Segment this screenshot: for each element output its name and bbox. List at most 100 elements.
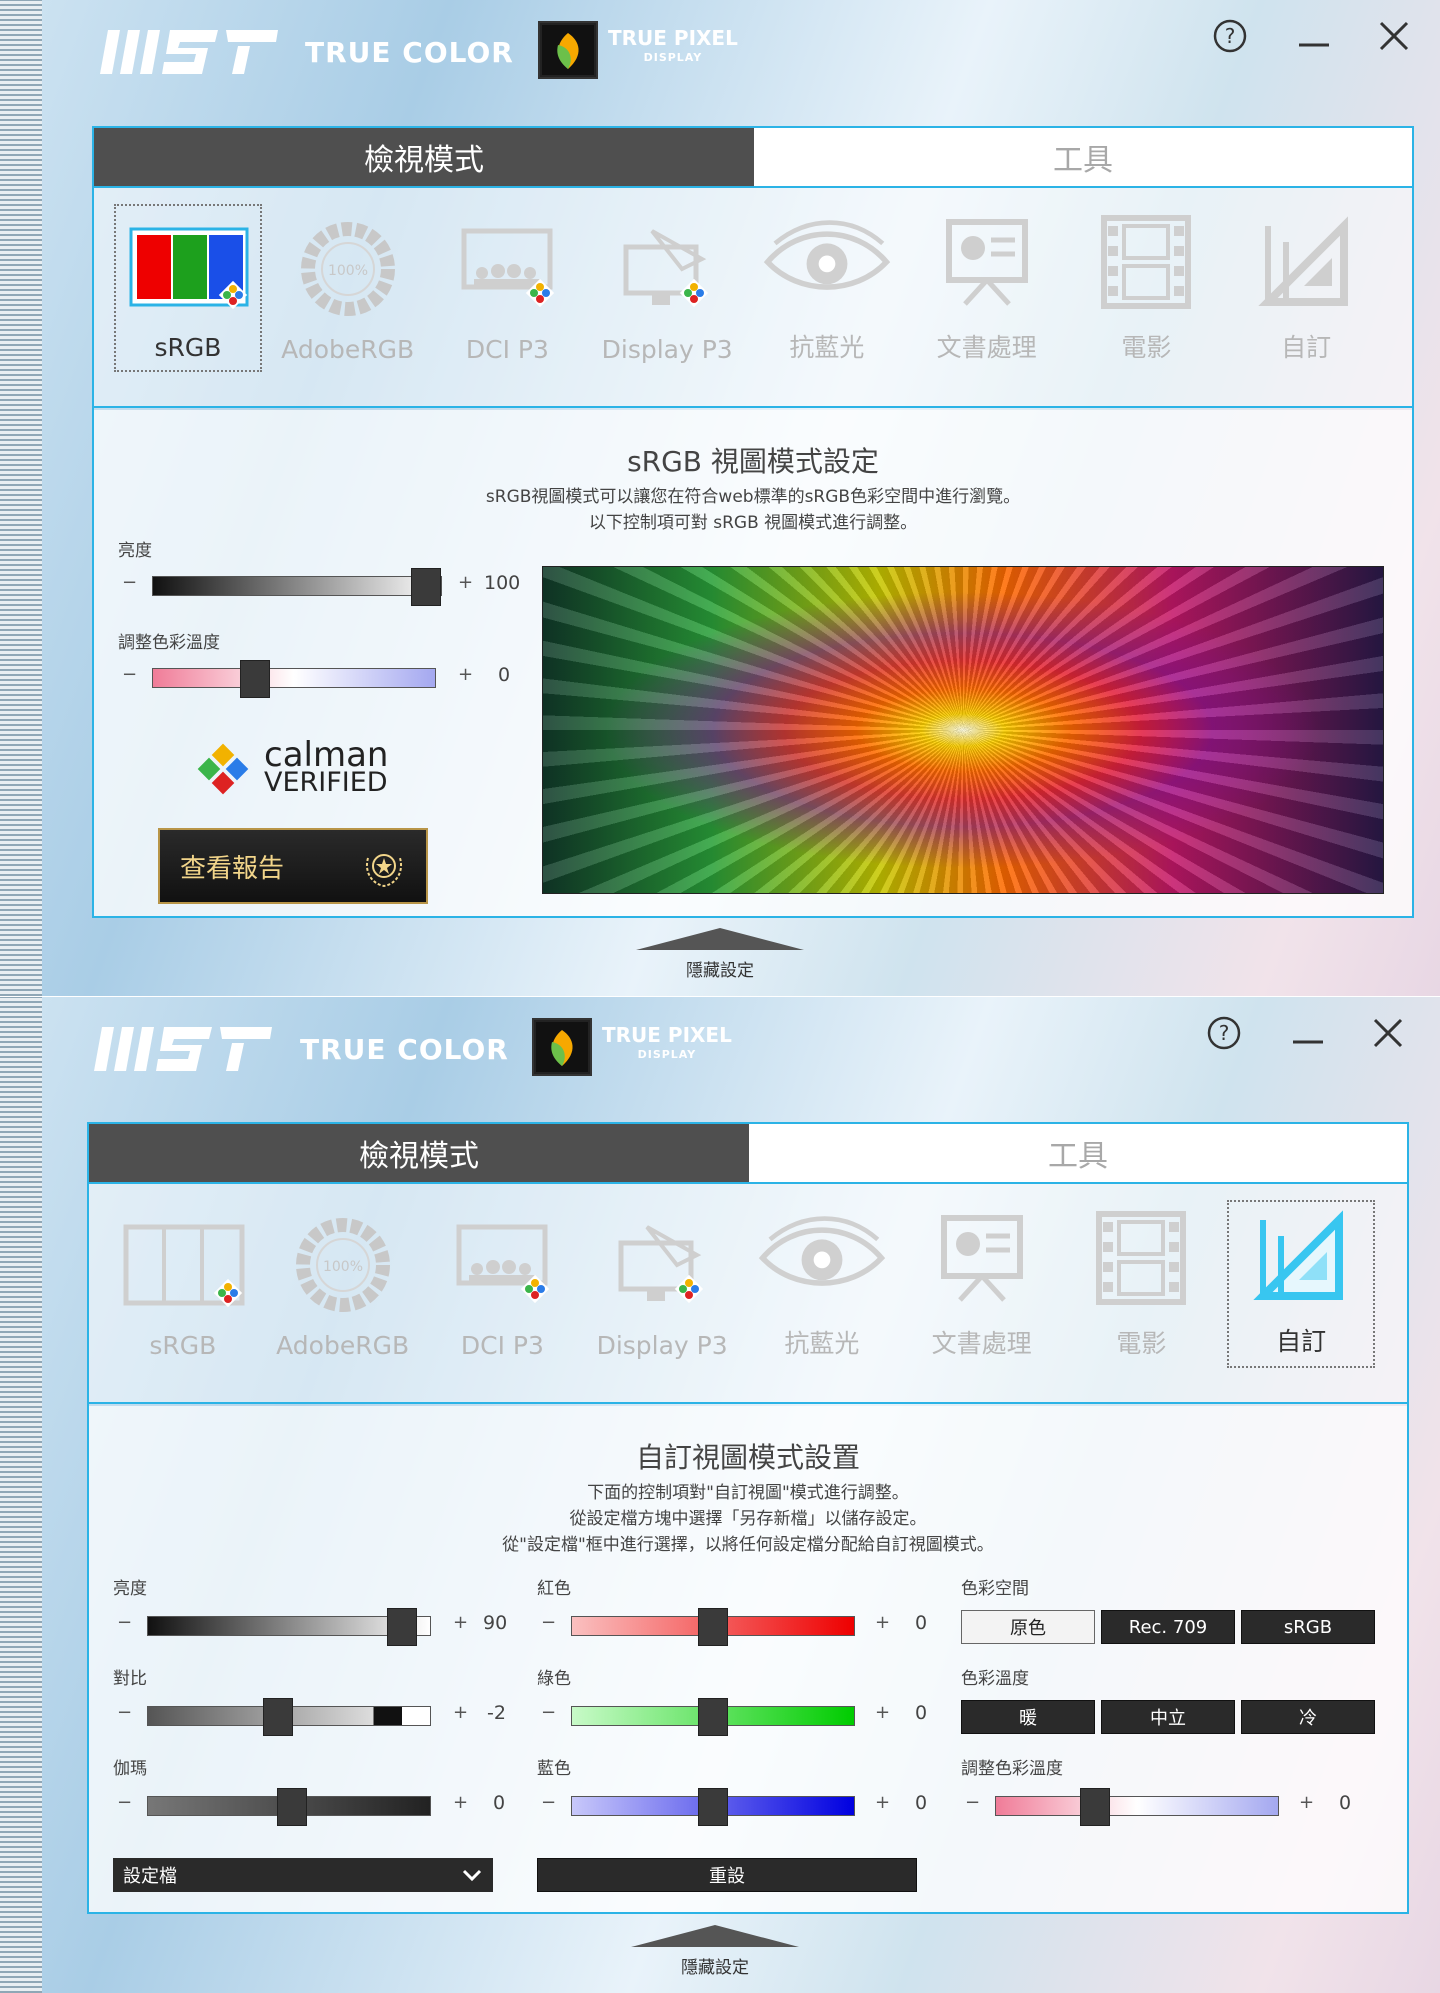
mode-label: Display P3 — [601, 335, 733, 364]
adjust-temp-thumb[interactable] — [1079, 1788, 1110, 1826]
profile-dropdown[interactable]: 設定檔 — [113, 1858, 493, 1892]
green-minus[interactable]: − — [541, 1702, 556, 1723]
gamma-label: 伽瑪 — [113, 1759, 147, 1779]
adjust-temp-minus[interactable]: − — [965, 1792, 980, 1813]
mode-office[interactable]: 文書處理 — [908, 1200, 1056, 1368]
preview-image — [542, 566, 1384, 894]
tab-view-mode[interactable]: 檢視模式 — [89, 1124, 749, 1182]
close-button[interactable] — [1372, 14, 1416, 58]
window-custom: TRUE COLOR TRUE PIXEL DISPLAY ? 檢視模式 工具 s… — [0, 997, 1440, 1993]
colortemp-warm-button[interactable]: 暖 — [961, 1700, 1095, 1734]
contrast-minus[interactable]: − — [117, 1702, 132, 1723]
red-slider[interactable] — [571, 1608, 855, 1646]
contrast-plus[interactable]: + — [453, 1702, 468, 1723]
eye-icon — [757, 1205, 887, 1310]
mode-anti-blue[interactable]: 抗藍光 — [753, 204, 901, 372]
mode-movie[interactable]: 電影 — [1073, 204, 1221, 372]
mode-anti-blue[interactable]: 抗藍光 — [748, 1200, 896, 1368]
blue-label: 藍色 — [537, 1759, 571, 1779]
mode-dcip3[interactable]: DCI P3 — [434, 204, 582, 372]
colorspace-srgb-button[interactable]: sRGB — [1241, 1610, 1375, 1644]
tab-bar: 檢視模式 工具 — [94, 128, 1412, 186]
reset-button[interactable]: 重設 — [537, 1858, 917, 1892]
mode-dcip3[interactable]: DCI P3 — [429, 1200, 577, 1368]
main-panel: 檢視模式 工具 sRGB 100% AdobeRGB DCI P3 Displa… — [92, 126, 1414, 918]
tab-view-mode[interactable]: 檢視模式 — [94, 128, 754, 186]
mode-label: 自訂 — [1276, 1327, 1327, 1356]
blue-plus[interactable]: + — [875, 1792, 890, 1813]
settings-title: 自訂視圖模式設置 — [635, 1441, 860, 1474]
gamma-slider[interactable] — [147, 1788, 431, 1826]
mode-adobergb[interactable]: 100% AdobeRGB — [269, 1200, 417, 1368]
red-thumb[interactable] — [698, 1608, 728, 1646]
hide-settings-toggle[interactable]: 隱藏設定 — [0, 928, 1440, 981]
colortemp-cool-button[interactable]: 冷 — [1241, 1700, 1375, 1734]
brightness-plus[interactable]: + — [458, 572, 473, 593]
red-plus[interactable]: + — [875, 1612, 890, 1633]
mode-label: DCI P3 — [460, 1331, 544, 1360]
red-value: 0 — [915, 1612, 928, 1634]
gamma-value: 0 — [493, 1792, 506, 1814]
help-button[interactable]: ? — [1208, 14, 1252, 58]
colorspace-native-button[interactable]: 原色 — [961, 1610, 1095, 1644]
mode-adobergb[interactable]: 100% AdobeRGB — [274, 204, 422, 372]
cinema-screen-icon — [442, 216, 572, 321]
colorspace-label: 色彩空間 — [961, 1579, 1029, 1599]
adobergb-gauge-icon: 100% — [283, 216, 413, 321]
blue-thumb[interactable] — [698, 1788, 728, 1826]
mode-displayp3[interactable]: Display P3 — [588, 1200, 736, 1368]
brightness-plus[interactable]: + — [453, 1612, 468, 1633]
mode-label: 電影 — [1116, 1329, 1167, 1358]
ruler-triangle-icon — [1236, 1203, 1366, 1308]
mode-displayp3[interactable]: Display P3 — [593, 204, 741, 372]
brightness-thumb[interactable] — [411, 568, 441, 606]
minimize-button[interactable] — [1292, 14, 1336, 58]
brightness-slider[interactable] — [147, 1608, 431, 1646]
green-plus[interactable]: + — [875, 1702, 890, 1723]
colorspace-rec709-button[interactable]: Rec. 709 — [1101, 1610, 1235, 1644]
brightness-minus[interactable]: − — [122, 572, 137, 593]
red-minus[interactable]: − — [541, 1612, 556, 1633]
brightness-minus[interactable]: − — [117, 1612, 132, 1633]
gamma-thumb[interactable] — [276, 1788, 307, 1826]
brightness-slider[interactable] — [152, 568, 442, 606]
blue-minus[interactable]: − — [541, 1792, 556, 1813]
mode-label: AdobeRGB — [276, 1331, 410, 1360]
contrast-label: 對比 — [113, 1669, 147, 1689]
contrast-slider[interactable] — [147, 1698, 431, 1736]
mode-office[interactable]: 文書處理 — [913, 204, 1061, 372]
help-button[interactable]: ? — [1202, 1011, 1246, 1055]
tab-tools[interactable]: 工具 — [754, 128, 1412, 186]
adjust-temp-slider[interactable] — [995, 1788, 1279, 1826]
color-temp-minus[interactable]: − — [122, 664, 137, 685]
color-temp-slider[interactable] — [152, 660, 436, 698]
hide-settings-toggle[interactable]: 隱藏設定 — [0, 1925, 1440, 1978]
close-button[interactable] — [1366, 1011, 1410, 1055]
mode-custom[interactable]: 自訂 — [1227, 1200, 1376, 1368]
green-thumb[interactable] — [698, 1698, 728, 1736]
gamma-minus[interactable]: − — [117, 1792, 132, 1813]
color-temp-thumb[interactable] — [239, 660, 270, 698]
brightness-label: 亮度 — [113, 1579, 147, 1599]
green-slider[interactable] — [571, 1698, 855, 1736]
mode-srgb[interactable]: sRGB — [114, 204, 262, 372]
view-report-button[interactable]: 查看報告 — [158, 828, 428, 904]
mode-srgb[interactable]: sRGB — [109, 1200, 257, 1368]
blue-slider[interactable] — [571, 1788, 855, 1826]
mode-movie[interactable]: 電影 — [1068, 1200, 1216, 1368]
contrast-thumb[interactable] — [262, 1698, 293, 1736]
collapse-arrow-icon — [631, 1925, 799, 1947]
svg-text:100%: 100% — [328, 263, 368, 279]
mode-custom[interactable]: 自訂 — [1232, 204, 1380, 372]
settings-desc-2: 以下控制項可對 sRGB 視圖模式進行調整。 — [588, 513, 918, 533]
tab-tools[interactable]: 工具 — [749, 1124, 1407, 1182]
brightness-thumb[interactable] — [386, 1608, 417, 1646]
mode-label: sRGB — [154, 333, 222, 362]
color-temp-plus[interactable]: + — [458, 664, 473, 685]
svg-text:?: ? — [1225, 24, 1236, 48]
gamma-plus[interactable]: + — [453, 1792, 468, 1813]
colortemp-neutral-button[interactable]: 中立 — [1101, 1700, 1235, 1734]
minimize-button[interactable] — [1286, 1011, 1330, 1055]
mode-label: 抗藍光 — [789, 333, 865, 362]
adjust-temp-plus[interactable]: + — [1299, 1792, 1314, 1813]
